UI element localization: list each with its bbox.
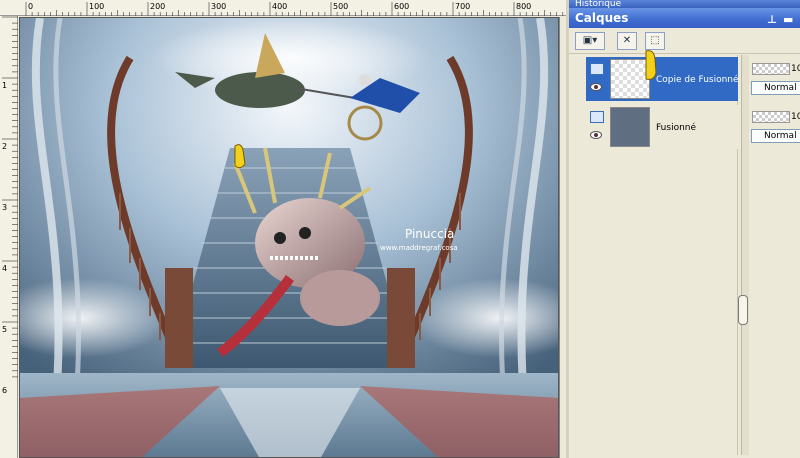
layer-list: Copie de Fusionné Fusionné (586, 50, 739, 455)
ruler-label: 600 (394, 2, 409, 11)
canvas-scrollbar[interactable] (559, 17, 566, 458)
mask-icon[interactable]: ⬚ (645, 32, 665, 50)
ruler-label: 400 (272, 2, 287, 11)
layer-type-icon (590, 111, 604, 123)
vertical-ruler: 1 2 3 4 5 6 (0, 16, 18, 458)
ruler-label: 3 (2, 203, 7, 212)
opacity-slider[interactable] (752, 111, 790, 123)
opacity-value: 10 (791, 64, 800, 74)
layers-toolbar: ▣▾ ✕ ⬚ (569, 28, 800, 54)
layer-thumbnail (610, 107, 650, 147)
splitter-handle[interactable] (738, 295, 748, 325)
ruler-label: 500 (333, 2, 348, 11)
layer-row[interactable]: Fusionné (586, 105, 738, 149)
vertical-ruler-ticks: 1 2 3 4 5 6 (2, 16, 18, 395)
layer-name: Fusionné (656, 123, 697, 133)
watermark-url: www.maddregraf.cosa (380, 244, 458, 252)
new-layer-icon[interactable]: ▣▾ (575, 32, 605, 50)
ruler-label: 0 (28, 2, 33, 11)
ruler-label: 1 (2, 81, 7, 90)
app-window: 0 100 200 300 400 500 600 700 800 1 2 3 4 5 6 (0, 0, 800, 458)
ruler-label: 100 (89, 2, 104, 11)
ruler-label: 6 (2, 386, 7, 395)
ruler-label: 200 (150, 2, 165, 11)
layer-properties: 10 Normal 10 Normal (751, 55, 800, 455)
watermark-title: Pinuccia (405, 227, 454, 241)
image-canvas[interactable]: Pinuccia www.maddregraf.cosa (19, 17, 559, 458)
delete-layer-icon[interactable]: ✕ (617, 32, 637, 50)
ruler-label: 5 (2, 325, 7, 334)
pointer-hand-icon (645, 50, 657, 80)
pin-icon[interactable]: ⊥ (767, 10, 777, 30)
visibility-eye-icon[interactable] (590, 131, 602, 139)
blend-mode-select[interactable]: Normal (751, 129, 800, 143)
ruler-label: 300 (211, 2, 226, 11)
layer-row[interactable]: Copie de Fusionné (586, 50, 739, 101)
horizontal-ruler: 0 100 200 300 400 500 600 700 800 (0, 0, 566, 16)
minimize-icon[interactable]: ▬ (783, 10, 793, 30)
opacity-slider[interactable] (752, 63, 790, 75)
panel-title-bar: Calques ⊥ ▬ (569, 8, 800, 28)
ruler-label: 800 (516, 2, 531, 11)
layers-panel: Historique Calques ⊥ ▬ ▣▾ ✕ ⬚ Copie de F… (566, 0, 800, 458)
panel-title: Calques (575, 11, 629, 25)
ruler-label: 700 (455, 2, 470, 11)
canvas-artwork: Pinuccia www.maddregraf.cosa (20, 18, 558, 457)
horizontal-ruler-ticks: 0 100 200 300 400 500 600 700 800 (25, 2, 564, 16)
blend-mode-select[interactable]: Normal (751, 81, 800, 95)
panel-splitter[interactable] (738, 55, 749, 455)
history-tab-label: Historique (575, 0, 622, 8)
ruler-label: 2 (2, 142, 7, 151)
ruler-label: 4 (2, 264, 7, 273)
layer-name: Copie de Fusionné (656, 75, 739, 85)
history-tab[interactable]: Historique (569, 0, 800, 8)
layer-type-icon (590, 63, 604, 75)
opacity-value: 10 (791, 112, 800, 122)
visibility-eye-icon[interactable] (590, 83, 602, 91)
